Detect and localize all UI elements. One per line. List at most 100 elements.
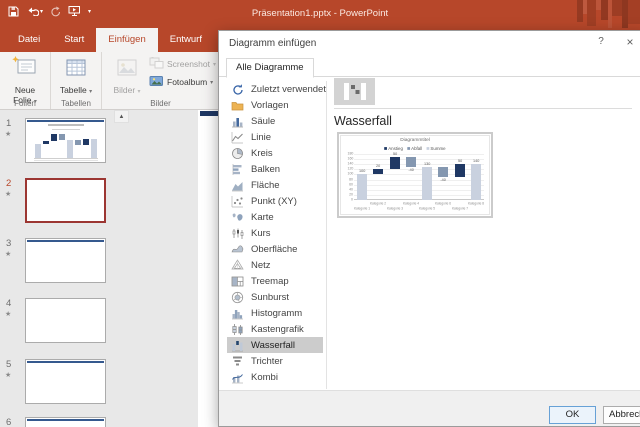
dialog-help-button[interactable]: ?: [593, 36, 609, 47]
ok-button[interactable]: OK: [549, 406, 596, 424]
column-chart-icon: [231, 115, 244, 128]
slide-thumbnail[interactable]: [25, 298, 106, 343]
waterfall-variant-thumbnail[interactable]: [334, 78, 375, 105]
ribbon-tab-einfügen[interactable]: Einfügen: [96, 28, 158, 52]
funnel-chart-icon: [231, 355, 244, 368]
chart-type-histogramm[interactable]: Histogramm: [227, 305, 323, 321]
chart-type-balken[interactable]: Balken: [227, 161, 323, 177]
slide-thumbnail-item-5: 5★: [0, 359, 130, 411]
window-title: Präsentation1.pptx - PowerPoint: [0, 0, 640, 28]
y-axis-tick: 80: [348, 177, 354, 181]
chart-type-kastengrafik[interactable]: Kastengrafik: [227, 321, 323, 337]
chart-type-wasserfall[interactable]: Wasserfall: [227, 337, 323, 353]
ribbon-button-label: Bilder ▾: [108, 86, 146, 98]
ribbon-group-label: Folien: [0, 99, 50, 108]
chart-type-label: Säule: [251, 116, 275, 127]
chart-type-label: Kreis: [251, 148, 273, 159]
transition-star-icon: ★: [5, 130, 11, 138]
waterfall-bar: [438, 167, 448, 177]
chart-type-oberfläche[interactable]: Oberfläche: [227, 241, 323, 257]
ribbon-tab-datei[interactable]: Datei: [6, 28, 52, 52]
dropdown-caret-icon: ▾: [210, 79, 213, 86]
chart-type-treemap[interactable]: Treemap: [227, 273, 323, 289]
dialog-close-button[interactable]: ×: [621, 35, 639, 49]
transition-star-icon: ★: [5, 250, 11, 258]
ribbon-button-bilder[interactable]: Bilder ▾: [105, 53, 149, 98]
slide-mini-chart: [30, 122, 102, 160]
slide-number: 2: [6, 178, 11, 189]
titlebar-decoration: [577, 0, 640, 28]
chart-type-punkt-xy[interactable]: Punkt (XY): [227, 193, 323, 209]
slide-thumbnail[interactable]: [25, 359, 106, 404]
legend-item: Anstieg: [384, 146, 403, 151]
ribbon-button-fotoalbum[interactable]: Fotoalbum▾: [149, 75, 216, 89]
tab-alle-diagramme[interactable]: Alle Diagramme: [226, 58, 314, 78]
x-axis-label: Kategorie 4: [402, 202, 420, 205]
x-axis-label: Kategorie 5: [418, 207, 436, 210]
chart-type-sunburst[interactable]: Sunburst: [227, 289, 323, 305]
chart-type-kurs[interactable]: Kurs: [227, 225, 323, 241]
chart-type-label: Treemap: [251, 276, 289, 287]
chart-type-label: Vorlagen: [251, 100, 289, 111]
chart-title: Diagrammtitel: [371, 137, 460, 142]
ribbon-button-screenshot[interactable]: Screenshot▾: [149, 57, 216, 71]
chart-type-label: Histogramm: [251, 308, 302, 319]
chart-type-label: Wasserfall: [251, 340, 295, 351]
scroll-up-arrow[interactable]: ▲: [114, 110, 129, 123]
chart-type-netz[interactable]: Netz: [227, 257, 323, 273]
radar-chart-icon: [231, 259, 244, 272]
y-axis-tick: 160: [348, 157, 354, 161]
waterfall-bar: [471, 164, 481, 200]
bar-value-label: 100: [358, 169, 366, 173]
dialog-footer: OK Abbrechen: [219, 390, 640, 426]
treemap-chart-icon: [231, 275, 244, 288]
chart-type-linie[interactable]: Linie: [227, 129, 323, 145]
legend-item: Summe: [427, 146, 446, 151]
ribbon-button-tabelle[interactable]: Tabelle ▾: [54, 53, 98, 98]
chart-type-kreis[interactable]: Kreis: [227, 145, 323, 161]
slide-canvas-content: [200, 111, 218, 116]
title-bar: ▾ ▾ Präsentation1.pptx - PowerPoint: [0, 0, 640, 28]
ribbon-button-label: Screenshot: [167, 59, 210, 69]
chart-type-säule[interactable]: Säule: [227, 113, 323, 129]
pie-chart-icon: [231, 147, 244, 160]
chart-type-trichter[interactable]: Trichter: [227, 353, 323, 369]
slide-thumbnail[interactable]: [25, 118, 106, 163]
table-icon: [63, 55, 89, 86]
bar-chart-icon: [231, 163, 244, 176]
slide-thumbnail-item-1: 1★: [0, 118, 130, 170]
chart-type-label: Fläche: [251, 180, 280, 191]
ribbon-tab-start[interactable]: Start: [52, 28, 96, 52]
slide-thumbnail[interactable]: [25, 178, 106, 223]
cancel-button[interactable]: Abbrechen: [603, 406, 640, 424]
chart-type-label: Karte: [251, 212, 274, 223]
ribbon-group-tabellen: Tabelle ▾Tabellen: [51, 52, 102, 109]
chart-type-fläche[interactable]: Fläche: [227, 177, 323, 193]
chart-type-karte[interactable]: Karte: [227, 209, 323, 225]
chart-type-vorlagen[interactable]: Vorlagen: [227, 97, 323, 113]
x-axis-label: Kategorie 1: [353, 207, 371, 210]
slide-number: 6: [6, 417, 11, 427]
chart-type-label: Kastengrafik: [251, 324, 304, 335]
dropdown-caret-icon: ▾: [213, 61, 216, 68]
y-axis-tick: 100: [348, 172, 354, 176]
slide-number: 4: [6, 298, 11, 309]
recent-chart-icon: [231, 83, 244, 96]
scatter-chart-icon: [231, 195, 244, 208]
ribbon-group-label: Tabellen: [51, 99, 101, 108]
ribbon-button-label: Fotoalbum: [167, 77, 207, 87]
ribbon-tab-entwurf[interactable]: Entwurf: [158, 28, 214, 52]
slide-thumbnail[interactable]: [25, 417, 106, 427]
slide-number: 5: [6, 359, 11, 370]
map-chart-icon: [231, 211, 244, 224]
chart-type-label: Oberfläche: [251, 244, 297, 255]
chart-preview[interactable]: DiagrammtitelAnstiegAbfallSumme020406080…: [337, 132, 493, 218]
pane-divider: [334, 108, 632, 109]
chart-type-label: Zuletzt verwendet: [251, 84, 326, 95]
x-axis-label: Kategorie 3: [386, 207, 404, 210]
chart-type-zuletzt-verwendet[interactable]: Zuletzt verwendet: [227, 81, 323, 97]
slide-thumbnail[interactable]: [25, 238, 106, 283]
waterfall-bar: [455, 164, 465, 177]
chart-type-kombi[interactable]: Kombi: [227, 369, 323, 385]
bar-value-label: 20: [374, 164, 382, 168]
